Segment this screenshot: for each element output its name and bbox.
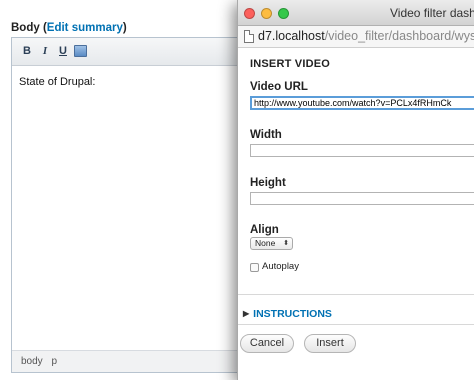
url-path: /video_filter/dashboard/wysiwyg_ckeditor — [324, 29, 474, 43]
width-input[interactable] — [250, 144, 474, 157]
underline-button[interactable]: U — [56, 44, 70, 58]
select-arrows-icon: ⬍ — [283, 240, 289, 247]
height-label: Height — [250, 177, 286, 189]
body-field-label: Body (Edit summary) — [11, 22, 127, 34]
zoom-window-icon[interactable] — [278, 8, 289, 19]
autoplay-label[interactable]: Autoplay — [262, 261, 299, 272]
cancel-button[interactable]: Cancel — [240, 334, 294, 353]
instructions-label: INSTRUCTIONS — [253, 308, 332, 320]
align-selected-value: None — [255, 238, 276, 248]
minimize-window-icon[interactable] — [261, 8, 272, 19]
video-icon[interactable] — [74, 45, 87, 57]
window-titlebar: Video filter dashboard — [238, 0, 474, 26]
edit-summary-link[interactable]: Edit summary — [47, 22, 123, 34]
form-title: INSERT VIDEO — [250, 58, 331, 70]
video-url-input[interactable]: http://www.youtube.com/watch?v=PCLx4fRHm… — [250, 96, 474, 110]
align-select[interactable]: None ⬍ — [250, 237, 293, 250]
url-host: d7.localhost — [258, 29, 325, 43]
insert-button[interactable]: Insert — [304, 334, 356, 353]
italic-button[interactable]: I — [38, 44, 52, 58]
autoplay-checkbox[interactable] — [250, 263, 259, 272]
align-label: Align — [250, 224, 279, 236]
page-document-icon — [244, 30, 254, 43]
status-path-body[interactable]: body — [21, 356, 43, 367]
instructions-toggle[interactable]: ▶ INSTRUCTIONS — [243, 308, 332, 320]
dialog-button-row: Cancel Insert — [238, 327, 474, 380]
height-input[interactable] — [250, 192, 474, 205]
video-filter-popup-window: Video filter dashboard d7.localhost/vide… — [237, 0, 474, 380]
expand-caret-icon: ▶ — [243, 309, 250, 318]
video-url-label: Video URL — [250, 81, 308, 93]
close-window-icon[interactable] — [244, 8, 255, 19]
address-url[interactable]: d7.localhost/video_filter/dashboard/wysi… — [258, 29, 474, 43]
status-path-p[interactable]: p — [51, 356, 57, 367]
width-label: Width — [250, 129, 282, 141]
bold-button[interactable]: B — [20, 44, 34, 58]
body-label-text: Body — [11, 22, 40, 34]
form-divider — [238, 294, 474, 295]
instructions-divider — [238, 324, 474, 325]
window-title: Video filter dashboard — [390, 6, 474, 20]
address-bar[interactable]: d7.localhost/video_filter/dashboard/wysi… — [238, 26, 474, 48]
window-controls — [244, 8, 289, 19]
